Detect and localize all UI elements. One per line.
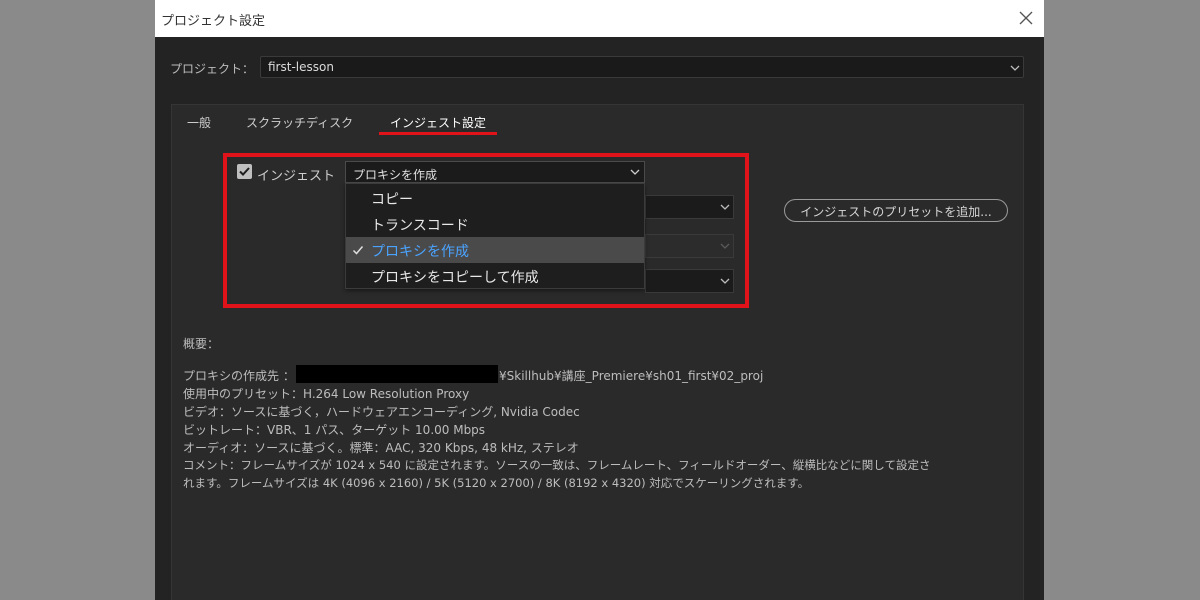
project-label: プロジェクト： <box>170 62 255 76</box>
highlight-box <box>223 153 749 308</box>
summary-dest-path: ¥Skillhub¥講座_Premiere¥sh01_first¥02_proj <box>499 369 764 383</box>
close-icon[interactable] <box>1015 7 1037 29</box>
project-settings-dialog: プロジェクト設定 プロジェクト： first-lesson 一般 スクラッチディ… <box>155 0 1044 600</box>
project-value: first-lesson <box>268 60 334 74</box>
project-select[interactable]: first-lesson <box>260 56 1024 78</box>
tab-highlight-underline <box>379 132 497 135</box>
tab-ingest-settings[interactable]: インジェスト設定 <box>390 114 486 131</box>
summary-comment-line1: コメント：フレームサイズが 1024 x 540 に設定されます。ソースの一致は… <box>183 458 931 472</box>
title-bar: プロジェクト設定 <box>155 0 1044 37</box>
summary-title: 概要： <box>183 337 220 351</box>
summary-dest-label: プロキシの作成先 ： <box>183 369 295 383</box>
summary-comment-line2: れます。フレームサイズは 4K (4096 x 2160) / 5K (5120… <box>183 476 810 490</box>
redacted-path <box>296 365 498 383</box>
tab-general[interactable]: 一般 <box>187 114 211 131</box>
summary-preset: 使用中のプリセット：H.264 Low Resolution Proxy <box>183 387 470 401</box>
chevron-down-icon <box>1010 65 1020 71</box>
window-title: プロジェクト設定 <box>161 14 266 29</box>
tab-scratch-disks[interactable]: スクラッチディスク <box>246 114 353 131</box>
summary-bitrate: ビットレート：VBR、1 パス、ターゲット 10.00 Mbps <box>183 423 486 437</box>
summary-audio: オーディオ：ソースに基づく。標準：AAC, 320 Kbps, 48 kHz, … <box>183 441 579 455</box>
add-ingest-preset-button[interactable]: インジェストのプリセットを追加... <box>784 199 1008 222</box>
summary-video: ビデオ：ソースに基づく，ハードウェアエンコーディング, Nvidia Codec <box>183 405 580 419</box>
